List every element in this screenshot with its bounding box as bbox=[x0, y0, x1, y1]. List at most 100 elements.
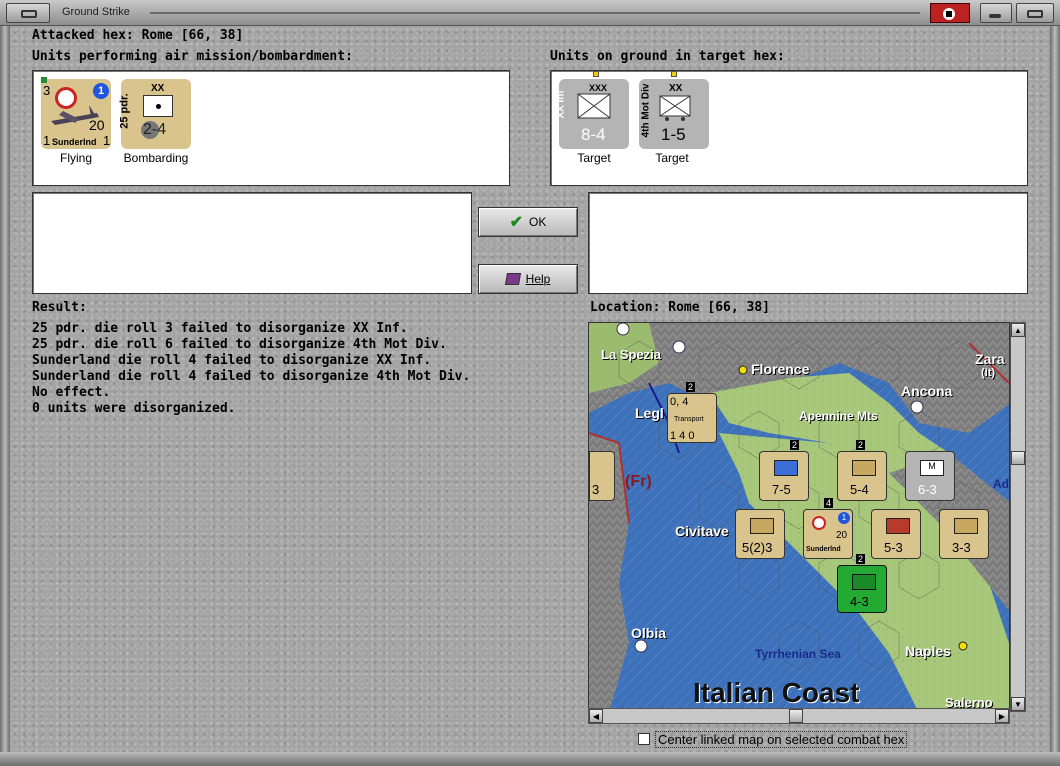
map-label-fr: (Fr) bbox=[625, 473, 652, 490]
map-unit-counter[interactable]: 2 7-5 bbox=[759, 440, 809, 501]
map-unit-sunderland[interactable]: 4 1 20 Sunderlnd bbox=[803, 498, 853, 559]
unit-strength: 6-3 bbox=[918, 482, 937, 497]
map-horizontal-scrollbar[interactable]: ◀ ▶ bbox=[588, 708, 1010, 724]
location-map[interactable]: La Spezia Florence Ancona Zara (It) Legl… bbox=[588, 322, 1010, 712]
map-label-olbia: Olbia bbox=[631, 625, 667, 641]
map-unit-counter[interactable]: 3 bbox=[589, 451, 615, 501]
ground-unit-details-panel bbox=[588, 192, 1028, 294]
unit-stat-right: 1 bbox=[103, 133, 111, 148]
result-label: Result: bbox=[32, 300, 87, 315]
map-unit-counter[interactable]: 2 4-3 bbox=[837, 554, 887, 613]
target-unit-counter[interactable]: 4th Mot Div XX 1-5 bbox=[639, 71, 709, 149]
unit-value: 20 bbox=[836, 530, 848, 541]
scroll-left-arrow-icon[interactable]: ◀ bbox=[589, 709, 603, 723]
result-line: Sunderland die roll 4 failed to disorgan… bbox=[32, 353, 432, 368]
unit-stat-left: 1 bbox=[43, 133, 51, 148]
help-button[interactable]: Help bbox=[478, 264, 578, 294]
map-unit-transport[interactable]: 2 0, 4 Transport 1 4 0 bbox=[667, 382, 717, 443]
german-flag-icon bbox=[930, 3, 970, 23]
map-unit-counter[interactable]: 2 5-4 bbox=[837, 440, 887, 501]
artillery-counter[interactable]: 25 pdr. XX 2-4 bbox=[119, 79, 191, 149]
unit-name: Transport bbox=[674, 416, 704, 423]
unit-status-dot bbox=[671, 71, 677, 77]
map-label-italian-coast: Italian Coast bbox=[693, 677, 860, 708]
minimize-icon bbox=[989, 14, 1001, 18]
unit-size: XXX bbox=[589, 83, 608, 93]
infantry-symbol-icon bbox=[577, 93, 611, 119]
window-frame-left bbox=[0, 26, 10, 766]
roundel-icon bbox=[812, 516, 826, 530]
unit-symbol: M bbox=[920, 460, 944, 476]
map-unit-counter[interactable]: M 6-3 bbox=[905, 451, 955, 501]
infantry-symbol-icon bbox=[886, 518, 910, 534]
scroll-down-arrow-icon[interactable]: ▼ bbox=[1011, 697, 1025, 711]
maximize-button[interactable] bbox=[1016, 3, 1054, 23]
center-map-label[interactable]: Center linked map on selected combat hex bbox=[655, 731, 908, 748]
artillery-symbol-icon bbox=[143, 95, 173, 117]
air-unit-details-panel bbox=[32, 192, 472, 294]
map-unit-counter[interactable]: 5-3 bbox=[871, 509, 921, 559]
unit-stat: 0, 4 bbox=[670, 396, 689, 408]
vertical-scroll-thumb[interactable] bbox=[1011, 451, 1025, 465]
air-unit-counter[interactable]: 3 1 20 1 Sunderlnd 1 bbox=[41, 77, 111, 149]
result-line: No effect. bbox=[32, 385, 111, 400]
result-line: 25 pdr. die roll 3 failed to disorganize… bbox=[32, 321, 408, 336]
help-book-icon bbox=[504, 273, 521, 285]
motorized-infantry-symbol-icon bbox=[659, 95, 691, 121]
window-frame-bottom bbox=[0, 752, 1060, 766]
map-unit-counter[interactable]: 3-3 bbox=[939, 509, 989, 559]
unit-name: Sunderlnd bbox=[806, 546, 841, 553]
stack-badge: 2 bbox=[856, 440, 866, 450]
map-label-ancona: Ancona bbox=[901, 383, 953, 399]
checkmark-icon: ✔ bbox=[509, 214, 524, 231]
scroll-up-arrow-icon[interactable]: ▲ bbox=[1011, 323, 1025, 337]
window-frame-right bbox=[1050, 26, 1060, 766]
title-bar: Ground Strike bbox=[0, 0, 1060, 26]
artillery-caption: Bombarding bbox=[123, 151, 189, 165]
map-label-apennine-mts: Apennine Mts bbox=[799, 409, 878, 423]
map-label-civitave: Civitave bbox=[675, 523, 729, 539]
unit-badge: 1 bbox=[838, 512, 850, 524]
ok-button[interactable]: ✔ OK bbox=[478, 207, 578, 237]
ground-units-label: Units on ground in target hex: bbox=[550, 49, 785, 64]
map-label-naples: Naples bbox=[905, 643, 951, 659]
map-label-tyrrhenian-sea: Tyrrhenian Sea bbox=[755, 647, 841, 661]
unit-strength: 5(2)3 bbox=[742, 540, 773, 555]
help-label: Help bbox=[525, 272, 551, 286]
stack-badge: 4 bbox=[824, 498, 834, 508]
unit-strength: 5-3 bbox=[884, 540, 903, 555]
unit-strength: 4-3 bbox=[850, 594, 869, 609]
stack-badge: 2 bbox=[856, 554, 866, 564]
result-line: Sunderland die roll 4 failed to disorgan… bbox=[32, 369, 471, 384]
unit-strength: 1-5 bbox=[661, 125, 686, 144]
center-map-checkbox[interactable] bbox=[638, 733, 650, 745]
map-label-zara: Zara bbox=[975, 351, 1005, 367]
unit-strength: 7-5 bbox=[772, 482, 791, 497]
unit-badge: 1 bbox=[93, 83, 109, 99]
minimize-button[interactable] bbox=[980, 3, 1012, 23]
map-label-ad: Ad bbox=[993, 477, 1009, 491]
horizontal-scroll-thumb[interactable] bbox=[789, 709, 803, 723]
unit-strength: 2-4 bbox=[143, 121, 167, 138]
system-menu-button[interactable] bbox=[6, 3, 50, 23]
target-unit-counter[interactable]: XX Inf XXX 8-4 bbox=[555, 71, 629, 149]
ground-units-panel: XX Inf XXX 8-4 Target 4th Mot Div XX 1-5… bbox=[550, 70, 1028, 186]
mountain-symbol-icon bbox=[954, 518, 978, 534]
map-vertical-scrollbar[interactable]: ▲ ▼ bbox=[1010, 322, 1026, 712]
unit-strength: 8-4 bbox=[581, 125, 606, 144]
unit-range-value: 3 bbox=[43, 83, 51, 98]
infantry-symbol-icon bbox=[750, 518, 774, 534]
map-label-legl: Legl bbox=[635, 405, 664, 421]
air-units-panel: 3 1 20 1 Sunderlnd 1 Flying 25 pdr. XX 2… bbox=[32, 70, 510, 186]
unit-size: XX bbox=[151, 83, 165, 94]
attacked-hex-label: Attacked hex: Rome [66, 38] bbox=[32, 28, 244, 43]
stack-badge: 2 bbox=[686, 382, 696, 392]
title-divider bbox=[150, 12, 920, 14]
unit-name: XX Inf bbox=[555, 90, 567, 119]
location-label: Location: Rome [66, 38] bbox=[590, 300, 771, 315]
maximize-icon bbox=[1027, 10, 1043, 18]
map-label-florence: Florence bbox=[751, 361, 810, 377]
map-unit-counter[interactable]: 5(2)3 bbox=[735, 509, 785, 559]
scroll-right-arrow-icon[interactable]: ▶ bbox=[995, 709, 1009, 723]
unit-size: XX bbox=[669, 83, 683, 94]
